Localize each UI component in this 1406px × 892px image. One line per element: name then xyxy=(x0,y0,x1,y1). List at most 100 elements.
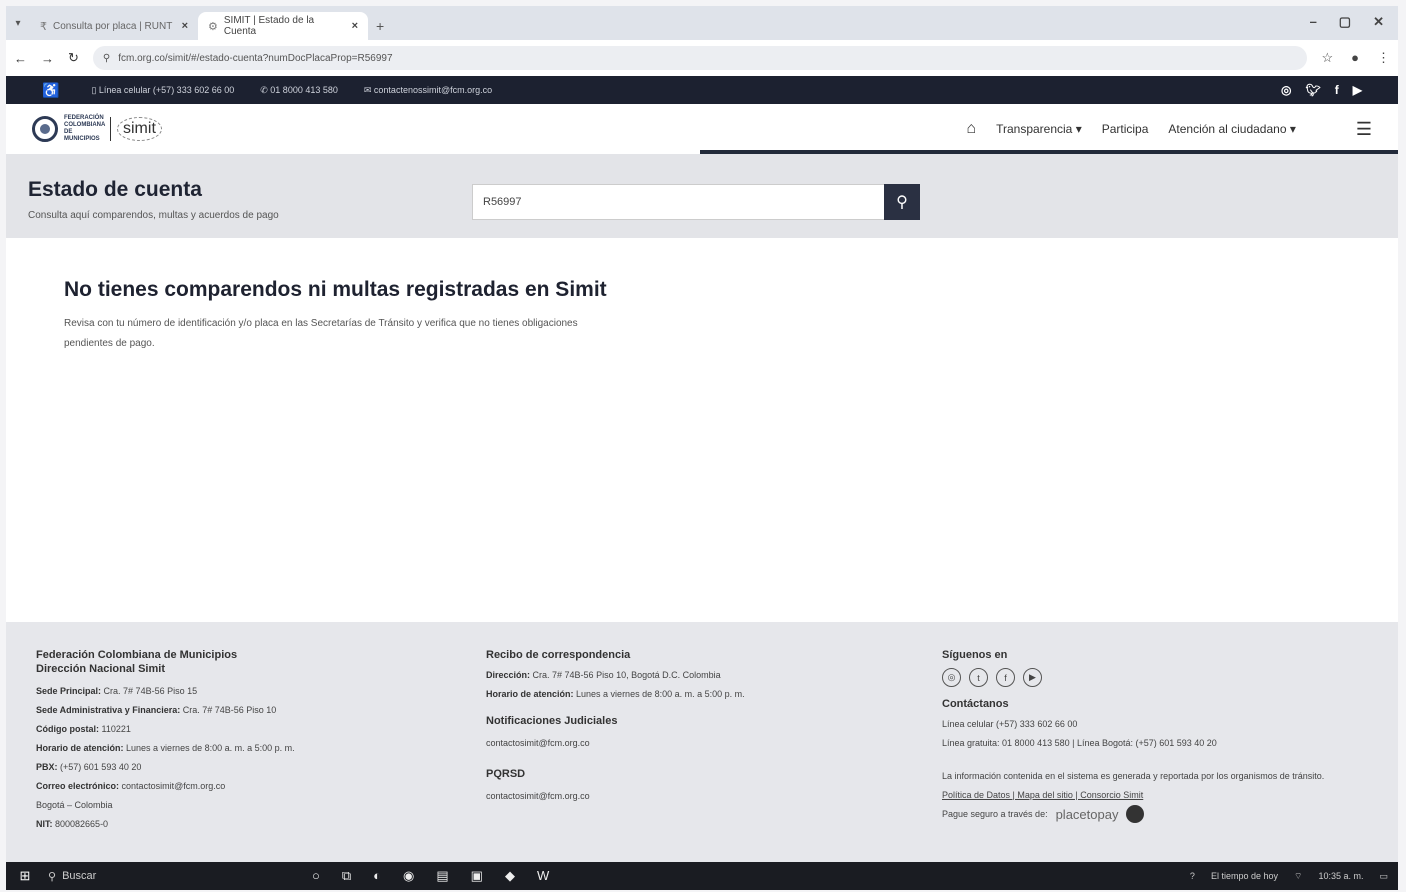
minimize-icon[interactable]: – xyxy=(1310,14,1317,30)
kebab-menu-icon[interactable]: ⋮ xyxy=(1377,50,1390,66)
footer-dept-name: Dirección Nacional Simit xyxy=(36,663,165,675)
nav-item-participa[interactable]: Participa xyxy=(1102,122,1149,136)
logo-simit-text: simit xyxy=(117,117,162,141)
photos-icon[interactable]: ▣ xyxy=(471,868,483,884)
footer-col-contacto: Síguenos en ◎ t f ▶ Contáctanos Línea ce… xyxy=(942,648,1382,823)
site-logo[interactable]: FEDERACIÓN COLOMBIANA DE MUNICIPIOS simi… xyxy=(32,115,162,143)
social-links: ◎ 🐦︎ f ▶ xyxy=(1281,83,1362,97)
clock[interactable]: 10:35 a. m. xyxy=(1318,871,1363,881)
taskbar-search[interactable]: ⚲ Buscar xyxy=(48,870,228,883)
hamburger-menu-icon[interactable]: ☰ xyxy=(1356,119,1372,140)
network-icon[interactable]: ⌔ xyxy=(1294,871,1302,882)
search-icon: ⚲ xyxy=(48,870,57,883)
search-input[interactable] xyxy=(472,184,884,220)
youtube-icon[interactable]: ▶ xyxy=(1023,668,1042,687)
instagram-icon[interactable]: ◎ xyxy=(1281,83,1291,97)
result-message: No tienes comparendos ni multas registra… xyxy=(64,278,624,354)
footer-line: Horario de atención: Lunes a viernes de … xyxy=(486,689,745,699)
twitter-icon[interactable]: 🐦︎ xyxy=(1306,83,1321,97)
simit-icon: ⚙ xyxy=(208,20,218,33)
windows-taskbar: ⊞ ⚲ Buscar ○ ⧉ ◐ ◉ ▤ ▣ ◆ W ? El tiempo de… xyxy=(6,862,1398,890)
app-icon[interactable]: ◆ xyxy=(505,868,515,884)
footer-social: ◎ t f ▶ xyxy=(942,668,1382,687)
tab-bar: ▾ ₹ Consulta por placa | RUNT × ⚙ SIMIT … xyxy=(6,6,1398,40)
mobile-line: ▯ Línea celular (+57) 333 602 66 00 xyxy=(91,84,235,95)
contact-strip: ♿ ▯ Línea celular (+57) 333 602 66 00 ✆ … xyxy=(6,76,1398,104)
back-icon[interactable]: ← xyxy=(14,51,27,66)
logo-fcm-text: FEDERACIÓN COLOMBIANA DE MUNICIPIOS xyxy=(64,115,106,142)
facebook-icon[interactable]: f xyxy=(996,668,1015,687)
home-icon[interactable]: ⌂ xyxy=(966,120,976,138)
payment-badge-icon xyxy=(1126,805,1145,823)
url-field[interactable]: ⚲ fcm.org.co/simit/#/estado-cuenta?numDo… xyxy=(92,46,1308,70)
youtube-icon[interactable]: ▶ xyxy=(1353,83,1362,97)
footer-line: Sede Principal: Cra. 7# 74B-56 Piso 15 xyxy=(36,686,198,696)
page-subtitle: Consulta aquí comparendos, multas y acue… xyxy=(28,210,279,221)
new-tab-icon[interactable]: + xyxy=(376,18,384,34)
taskbar-apps: ○ ⧉ ◐ ◉ ▤ ▣ ◆ W xyxy=(312,868,549,884)
reload-icon[interactable]: ↻ xyxy=(68,50,79,66)
footer-email-link[interactable]: contactosimit@fcm.org.co xyxy=(122,781,226,791)
task-view-icon[interactable]: ⧉ xyxy=(342,868,351,884)
tab-search-icon[interactable]: ▾ xyxy=(6,10,30,36)
footer-siguenos: Síguenos en xyxy=(942,649,1008,661)
bookmark-star-icon[interactable]: ☆ xyxy=(1321,50,1333,66)
help-icon[interactable]: ? xyxy=(1190,871,1195,881)
footer-not-email[interactable]: contactosimit@fcm.org.co xyxy=(486,734,906,753)
footer-links[interactable]: Política de Datos | Mapa del sitio | Con… xyxy=(942,786,1382,805)
close-window-icon[interactable]: ✕ xyxy=(1373,14,1384,30)
nav-item-transparencia[interactable]: Transparencia ▾ xyxy=(996,122,1082,136)
site-info-icon[interactable]: ⚲ xyxy=(103,53,110,64)
search-icon: ⚲ xyxy=(896,194,908,211)
payment-provider: Pague seguro a través de: placetopay xyxy=(942,805,1382,823)
weather-widget[interactable]: El tiempo de hoy xyxy=(1211,871,1278,881)
page-title: Estado de cuenta xyxy=(28,178,202,201)
footer-pqrsd-email[interactable]: contactosimit@fcm.org.co xyxy=(486,787,906,806)
footer-org-name: Federación Colombiana de Municipios xyxy=(36,649,238,661)
start-icon[interactable]: ⊞ xyxy=(16,868,34,884)
footer-line: PBX: (+57) 601 593 40 20 xyxy=(36,762,142,772)
footer-col-fcm: Federación Colombiana de Municipios Dire… xyxy=(36,648,456,834)
address-bar: ← → ↻ ⚲ fcm.org.co/simit/#/estado-cuenta… xyxy=(6,40,1398,76)
close-tab-icon[interactable]: × xyxy=(182,20,188,32)
footer-contactanos: Contáctanos xyxy=(942,698,1009,710)
instagram-icon[interactable]: ◎ xyxy=(942,668,961,687)
notifications-icon[interactable]: ▭ xyxy=(1379,871,1388,882)
word-icon[interactable]: W xyxy=(537,868,549,884)
logo-divider xyxy=(110,117,111,141)
forward-icon[interactable]: → xyxy=(41,51,54,66)
maximize-icon[interactable]: ▢ xyxy=(1339,14,1351,30)
explorer-icon[interactable]: ▤ xyxy=(436,868,448,884)
tab-label: SIMIT | Estado de la Cuenta xyxy=(223,15,315,37)
email-line: ✉ contactenossimit@fcm.org.co xyxy=(363,84,493,95)
browser-window: ▾ ₹ Consulta por placa | RUNT × ⚙ SIMIT … xyxy=(6,6,1398,890)
tab-simit[interactable]: ⚙ SIMIT | Estado de la Cuenta × xyxy=(198,12,368,40)
profile-icon[interactable]: ● xyxy=(1351,50,1359,66)
footer-line: Horario de atención: Lunes a viernes de … xyxy=(36,743,295,753)
search-button[interactable]: ⚲ xyxy=(884,184,920,220)
free-line: ✆ 01 8000 413 580 xyxy=(260,84,338,95)
account-header: Estado de cuenta Consulta aquí comparend… xyxy=(6,154,1398,238)
site-footer: Federación Colombiana de Municipios Dire… xyxy=(6,622,1398,862)
accessibility-icon[interactable]: ♿ xyxy=(42,82,59,99)
footer-col-correspondencia: Recibo de correspondencia Dirección: Cra… xyxy=(486,648,906,806)
runt-icon: ₹ xyxy=(40,20,47,33)
main-nav: FEDERACIÓN COLOMBIANA DE MUNICIPIOS simi… xyxy=(6,104,1398,154)
chrome-icon[interactable]: ◉ xyxy=(403,868,414,884)
placetopay-logo[interactable]: placetopay xyxy=(1056,807,1119,822)
edge-icon[interactable]: ◐ xyxy=(373,868,381,884)
cortana-icon[interactable]: ○ xyxy=(312,868,320,884)
facebook-icon[interactable]: f xyxy=(1335,83,1339,97)
url-text: fcm.org.co/simit/#/estado-cuenta?numDocP… xyxy=(118,52,393,64)
footer-line: Línea celular (+57) 333 602 66 00 xyxy=(942,719,1078,729)
browser-actions: ☆ ● ⋮ xyxy=(1321,50,1390,66)
footer-rec-title: Recibo de correspondencia xyxy=(486,649,631,661)
twitter-icon[interactable]: t xyxy=(969,668,988,687)
footer-line: NIT: 800082665-0 xyxy=(36,819,109,829)
result-text: Revisa con tu número de identificación y… xyxy=(64,318,578,349)
search-box: ⚲ xyxy=(472,184,920,220)
nav-item-atencion[interactable]: Atención al ciudadano ▾ xyxy=(1168,122,1295,136)
close-tab-icon[interactable]: × xyxy=(352,20,358,32)
tab-runt[interactable]: ₹ Consulta por placa | RUNT × xyxy=(30,12,198,40)
footer-paga: Pague seguro a través de: xyxy=(942,809,1048,819)
